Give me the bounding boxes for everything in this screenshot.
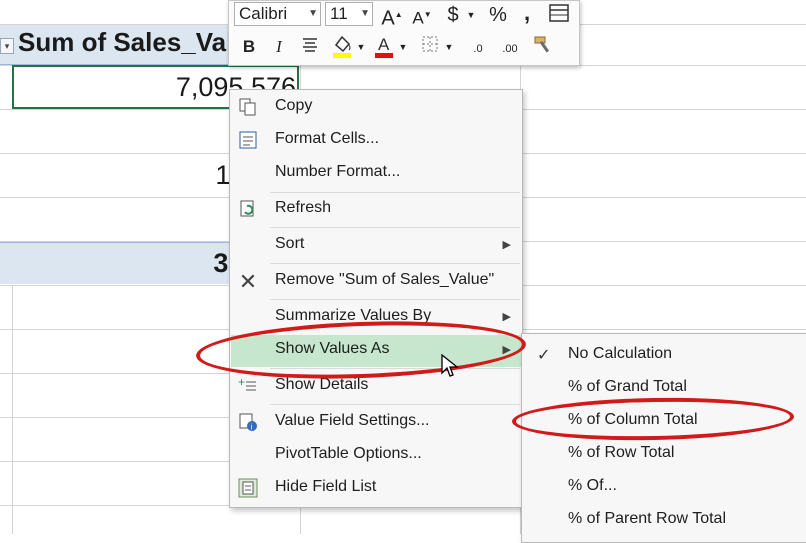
context-menu: Copy Format Cells... Number Format... Re… (229, 89, 523, 508)
accounting-format-button[interactable]: $ (443, 3, 463, 27)
fill-color-icon[interactable] (331, 33, 353, 66)
menu-item-label: Hide Field List (275, 478, 377, 495)
format-cells-icon (237, 130, 259, 152)
svg-text:+: + (238, 376, 245, 389)
menu-item-label: PivotTable Options... (275, 445, 422, 462)
menu-item-refresh[interactable]: Refresh (231, 194, 521, 226)
submenu-item-label: % Of... (568, 477, 617, 494)
submenu-item-percent-row-total[interactable]: % of Row Total (523, 437, 806, 470)
decrease-font-size-button[interactable]: A▼ (411, 3, 433, 31)
submenu-item-label: % of Row Total (568, 444, 675, 461)
menu-item-label: Format Cells... (275, 130, 380, 147)
italic-button[interactable]: I (269, 35, 289, 59)
menu-item-label: Value Field Settings... (275, 412, 430, 429)
submenu-arrow-icon: ▶ (502, 239, 511, 251)
submenu-item-label: No Calculation (568, 345, 673, 362)
increase-decimal-button[interactable]: .0 (463, 37, 493, 61)
chevron-down-icon[interactable]: ▼ (355, 35, 367, 59)
align-center-icon[interactable] (299, 35, 321, 60)
submenu-item-label: % of Parent Row Total (568, 510, 727, 527)
chevron-down-icon[interactable]: ▼ (360, 3, 370, 25)
menu-item-label: Sort (275, 235, 305, 252)
mini-toolbar: Calibri ▼ 11 ▼ A▲ A▼ $ ▼ % , B I ▼ A ▼ ▼… (228, 0, 580, 66)
menu-item-format-cells[interactable]: Format Cells... (231, 125, 521, 157)
font-size-combo[interactable]: 11 ▼ (325, 2, 373, 26)
menu-item-number-format[interactable]: Number Format... (231, 158, 521, 190)
borders-icon[interactable] (419, 35, 441, 60)
bold-button[interactable]: B (239, 35, 259, 59)
menu-item-remove-field[interactable]: ✕ Remove "Sum of Sales_Value" (231, 266, 521, 298)
font-color-icon[interactable]: A (373, 33, 395, 66)
format-painter-icon[interactable] (531, 33, 557, 64)
chevron-down-icon[interactable]: ▼ (465, 3, 477, 27)
submenu-item-percent-parent-row-total[interactable]: % of Parent Row Total (523, 503, 806, 536)
menu-item-label: Remove "Sum of Sales_Value" (275, 271, 495, 288)
checkmark-icon: ✓ (537, 347, 551, 364)
value-field-settings-icon: i (237, 412, 259, 434)
menu-item-label: Refresh (275, 199, 332, 216)
submenu-item-label: % of Grand Total (568, 378, 687, 395)
field-list-icon (237, 478, 259, 500)
menu-item-hide-field-list[interactable]: Hide Field List (231, 473, 521, 505)
decrease-decimal-button[interactable]: .00 (495, 37, 525, 61)
percent-style-button[interactable]: % (487, 3, 509, 27)
svg-text:A: A (378, 35, 390, 54)
svg-text:i: i (251, 423, 253, 432)
menu-item-sort[interactable]: Sort ▶ (231, 230, 521, 262)
comma-style-button[interactable]: , (519, 1, 535, 25)
font-name-value: Calibri (239, 4, 288, 23)
menu-item-value-field-settings[interactable]: i Value Field Settings... (231, 407, 521, 439)
value-field-header: Sum of Sales_Value (18, 27, 264, 57)
refresh-icon (237, 199, 259, 221)
submenu-arrow-icon: ▶ (502, 311, 511, 323)
increase-font-size-button[interactable]: A▲ (381, 3, 403, 31)
filter-dropdown-icon[interactable]: ▾ (0, 38, 14, 54)
chevron-down-icon[interactable]: ▼ (443, 35, 455, 59)
submenu-item-no-calculation[interactable]: ✓ No Calculation (523, 338, 806, 371)
remove-icon: ✕ (238, 269, 258, 294)
menu-item-pivottable-options[interactable]: PivotTable Options... (231, 440, 521, 472)
menu-item-label: Copy (275, 97, 313, 114)
menu-item-label: Number Format... (275, 163, 401, 180)
menu-item-copy[interactable]: Copy (231, 92, 521, 124)
chevron-down-icon[interactable]: ▼ (308, 3, 318, 25)
submenu-item-percent-of[interactable]: % Of... (523, 470, 806, 503)
show-details-icon: + (237, 375, 259, 398)
menu-item-label: Show Details (275, 376, 369, 393)
chevron-down-icon[interactable]: ▼ (397, 35, 409, 59)
copy-icon (237, 97, 259, 119)
mouse-cursor-icon (440, 353, 460, 384)
font-name-combo[interactable]: Calibri ▼ (234, 2, 321, 26)
format-table-icon[interactable] (547, 3, 571, 30)
font-size-value: 11 (330, 4, 348, 23)
